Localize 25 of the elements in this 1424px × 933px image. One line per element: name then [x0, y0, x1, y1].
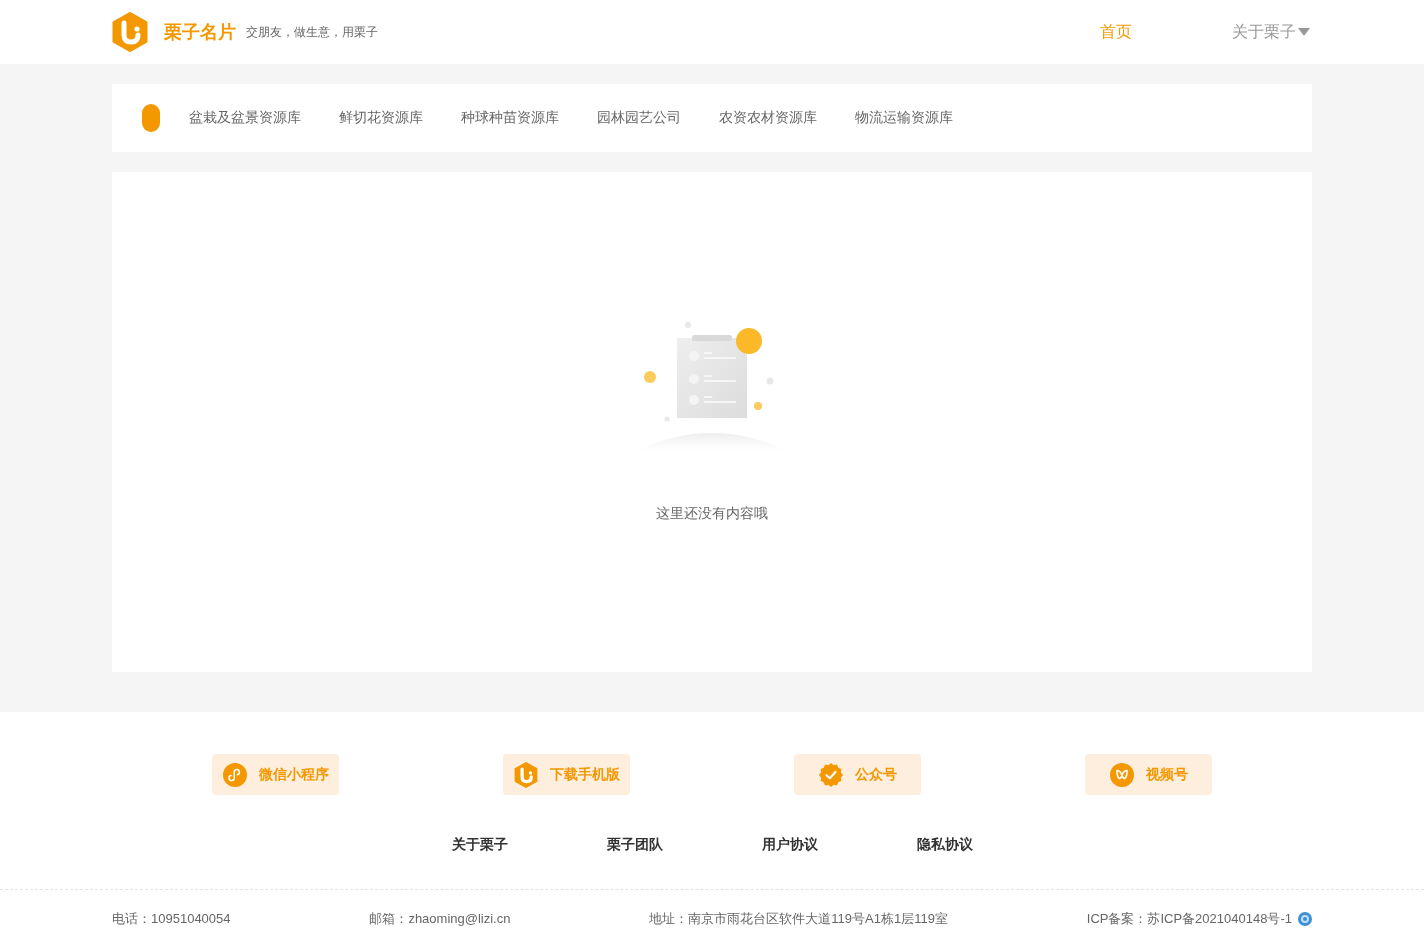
contact-text: 电话：10951040054: [112, 911, 231, 926]
link-icon: [222, 762, 247, 787]
slogan: 交朋友，做生意，用栗子: [246, 23, 378, 41]
contact-text: 邮箱：zhaoming@lizi.cn: [369, 911, 511, 926]
category-link[interactable]: 物流运输资源库: [855, 109, 953, 127]
footer-link[interactable]: 隐私协议: [916, 836, 973, 852]
icp-record-text: ICP备案：苏ICP备2021040148号-1: [1086, 911, 1292, 926]
check-badge-icon: [818, 762, 843, 787]
footer-link[interactable]: 关于栗子: [451, 836, 508, 852]
category-link[interactable]: 农资农材资源库: [719, 109, 817, 127]
pill-marker-icon: [142, 104, 160, 132]
footer-link[interactable]: 栗子团队: [606, 836, 663, 852]
logo-icon[interactable]: [112, 12, 148, 52]
category-link[interactable]: 鲜切花资源库: [339, 109, 423, 127]
footer-link[interactable]: 用户协议: [761, 836, 818, 852]
butterfly-icon: [1109, 762, 1134, 787]
logo-icon: [513, 761, 538, 788]
category-link[interactable]: 盆栽及盆景资源库: [189, 109, 301, 127]
category-link[interactable]: 园林园艺公司: [597, 109, 681, 127]
contact-text: 地址：南京市雨花台区软件大道119号A1栋1层119室: [649, 911, 948, 926]
caret-icon: [1298, 28, 1310, 36]
brand-name: 栗子名片: [164, 21, 236, 44]
empty-message: 这里还没有内容哦: [656, 504, 768, 522]
category-link[interactable]: 种球种苗资源库: [461, 109, 559, 127]
emblem-icon: [1298, 911, 1312, 926]
